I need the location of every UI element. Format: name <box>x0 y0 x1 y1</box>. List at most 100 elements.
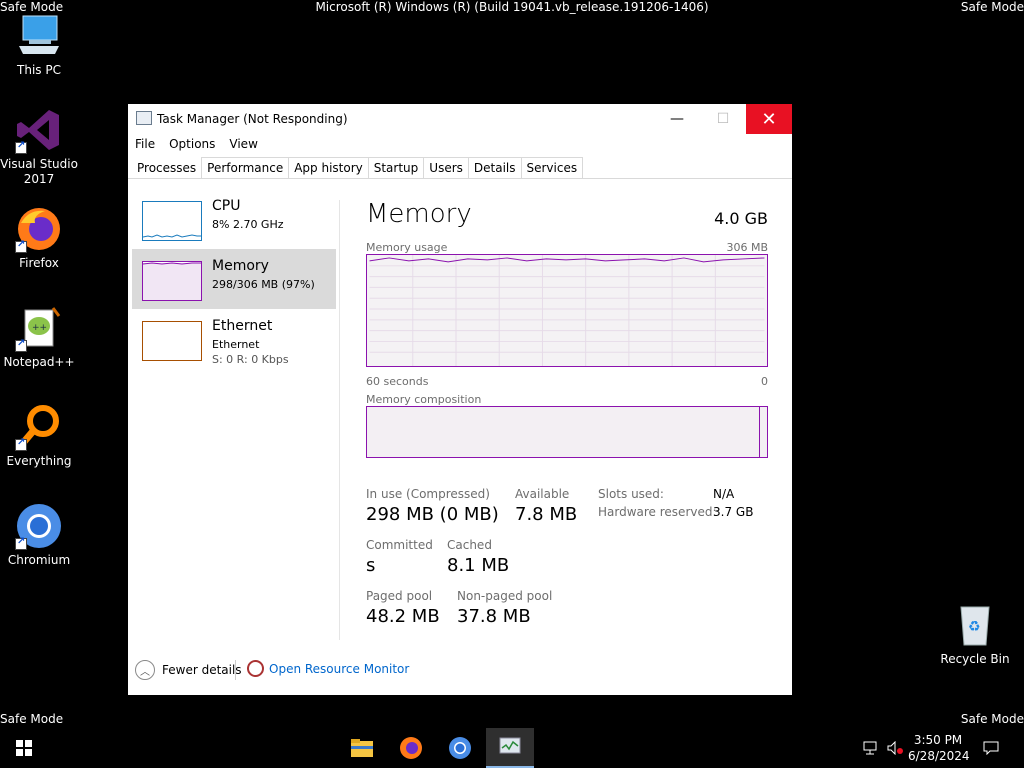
task-manager-icon <box>136 111 152 125</box>
taskbar-task-manager[interactable] <box>486 728 534 768</box>
tab-services[interactable]: Services <box>520 157 584 179</box>
notepad-plus-plus-icon: ++ <box>15 304 63 352</box>
task-manager-window: Task Manager (Not Responding) — ☐ ✕ File… <box>128 104 792 695</box>
committed-label: Committed <box>366 538 433 552</box>
cpu-thumbnail-graph <box>142 201 202 241</box>
graph-grid <box>369 255 765 366</box>
resource-monitor-icon <box>247 660 264 677</box>
memory-usage-label: Memory usage <box>366 241 448 254</box>
shortcut-arrow-icon <box>15 338 27 352</box>
menu-file[interactable]: File <box>128 135 162 155</box>
tab-users[interactable]: Users <box>423 157 469 179</box>
sidebar-item-cpu-detail: 8% 2.70 GHz <box>212 218 284 231</box>
composition-divider <box>759 407 760 457</box>
memory-composition-bar <box>366 406 768 458</box>
firefox-icon <box>400 737 422 759</box>
fewer-details-button[interactable]: ︿ Fewer details <box>135 660 242 680</box>
memory-composition-label: Memory composition <box>366 393 482 406</box>
open-resource-monitor-link[interactable]: Open Resource Monitor <box>247 660 409 677</box>
fewer-details-label: Fewer details <box>162 663 242 677</box>
visual-studio-icon <box>15 106 63 154</box>
desktop-icon-label: Visual Studio 2017 <box>0 157 78 186</box>
firefox-icon <box>15 205 63 253</box>
shortcut-arrow-icon <box>15 239 27 253</box>
tab-startup[interactable]: Startup <box>367 157 425 179</box>
committed-value: s <box>366 555 376 576</box>
taskbar-clock[interactable]: 3:50 PM 6/28/2024 <box>908 732 970 764</box>
in-use-value: 298 MB (0 MB) <box>366 504 499 525</box>
in-use-label: In use (Compressed) <box>366 487 490 501</box>
start-button[interactable] <box>0 728 48 768</box>
tab-strip-divider <box>128 178 792 179</box>
footer-separator <box>235 660 236 680</box>
memory-usage-graph <box>366 254 768 367</box>
cached-value: 8.1 MB <box>447 555 510 576</box>
minimize-button[interactable]: — <box>654 104 700 134</box>
network-icon[interactable] <box>860 728 882 768</box>
sidebar-item-cpu[interactable]: CPU 8% 2.70 GHz <box>132 189 336 249</box>
memory-total: 4.0 GB <box>714 209 768 228</box>
desktop-icon-chromium[interactable]: Chromium <box>0 502 78 568</box>
maximize-button[interactable]: ☐ <box>700 104 746 134</box>
folder-icon <box>351 739 373 757</box>
sidebar-divider <box>339 200 340 640</box>
taskbar-firefox[interactable] <box>387 728 435 768</box>
window-title: Task Manager (Not Responding) <box>157 112 348 126</box>
hardware-reserved-value: 3.7 GB <box>713 505 754 519</box>
available-label: Available <box>515 487 570 501</box>
sidebar-item-ethernet-detail: Ethernet S: 0 R: 0 Kbps <box>212 337 289 367</box>
ethernet-adapter-name: Ethernet <box>212 338 260 351</box>
taskbar: 3:50 PM 6/28/2024 <box>0 728 1024 768</box>
svg-text:♻: ♻ <box>968 619 981 635</box>
performance-sidebar: CPU 8% 2.70 GHz Memory 298/306 MB (97%) … <box>128 189 340 369</box>
computer-icon <box>15 12 63 60</box>
menu-view[interactable]: View <box>222 135 264 155</box>
desktop-icon-recycle-bin[interactable]: ♻ Recycle Bin <box>936 601 1014 667</box>
desktop-icon-label: Notepad++ <box>3 355 75 369</box>
time-axis-end: 0 <box>761 375 768 388</box>
chromium-icon <box>449 737 471 759</box>
title-bar[interactable]: Task Manager (Not Responding) — ☐ ✕ <box>128 104 792 134</box>
sidebar-item-ethernet[interactable]: Ethernet Ethernet S: 0 R: 0 Kbps <box>132 309 336 369</box>
sidebar-item-ethernet-label: Ethernet <box>212 318 273 334</box>
chevron-up-icon: ︿ <box>135 660 155 680</box>
close-button[interactable]: ✕ <box>746 104 792 134</box>
shortcut-arrow-icon <box>15 437 27 451</box>
desktop-icon-label: Recycle Bin <box>940 652 1010 666</box>
everything-search-icon <box>15 403 63 451</box>
open-resource-monitor-label: Open Resource Monitor <box>269 661 410 676</box>
build-string: Microsoft (R) Windows (R) (Build 19041.v… <box>315 0 709 14</box>
cached-label: Cached <box>447 538 492 552</box>
slots-used-label: Slots used: <box>598 487 664 501</box>
windows-logo-icon <box>16 740 32 756</box>
memory-usage-max: 306 MB <box>726 241 768 254</box>
clock-date: 6/28/2024 <box>908 749 970 763</box>
desktop-icon-everything[interactable]: Everything <box>0 403 78 469</box>
desktop-icon-firefox[interactable]: Firefox <box>0 205 78 271</box>
menu-options[interactable]: Options <box>162 135 222 155</box>
chromium-icon <box>15 502 63 550</box>
sidebar-item-memory-label: Memory <box>212 258 269 274</box>
sidebar-item-memory[interactable]: Memory 298/306 MB (97%) <box>132 249 336 309</box>
time-axis-start: 60 seconds <box>366 375 429 388</box>
safe-mode-label-bottom-left: Safe Mode <box>0 712 64 726</box>
shortcut-arrow-icon <box>15 536 27 550</box>
taskbar-file-explorer[interactable] <box>338 728 386 768</box>
tab-app-history[interactable]: App history <box>288 157 369 179</box>
desktop-icon-visual-studio[interactable]: Visual Studio 2017 <box>0 106 78 187</box>
clock-time: 3:50 PM <box>913 733 963 747</box>
taskbar-chromium[interactable] <box>436 728 484 768</box>
tab-processes[interactable]: Processes <box>131 157 203 179</box>
ethernet-thumbnail-graph <box>142 321 202 361</box>
tab-performance[interactable]: Performance <box>201 157 290 179</box>
desktop-icon-label: Chromium <box>7 553 71 567</box>
tab-strip: Processes Performance App history Startu… <box>131 157 584 179</box>
desktop-icon-notepad-plus-plus[interactable]: ++ Notepad++ <box>0 304 78 370</box>
menu-bar: File Options View <box>128 135 265 155</box>
paged-pool-label: Paged pool <box>366 589 433 603</box>
volume-muted-icon[interactable] <box>884 728 906 768</box>
tab-details[interactable]: Details <box>467 157 522 179</box>
slots-used-value: N/A <box>713 487 735 501</box>
desktop-icon-this-pc[interactable]: This PC <box>0 12 78 78</box>
notifications-icon[interactable] <box>978 728 1004 768</box>
